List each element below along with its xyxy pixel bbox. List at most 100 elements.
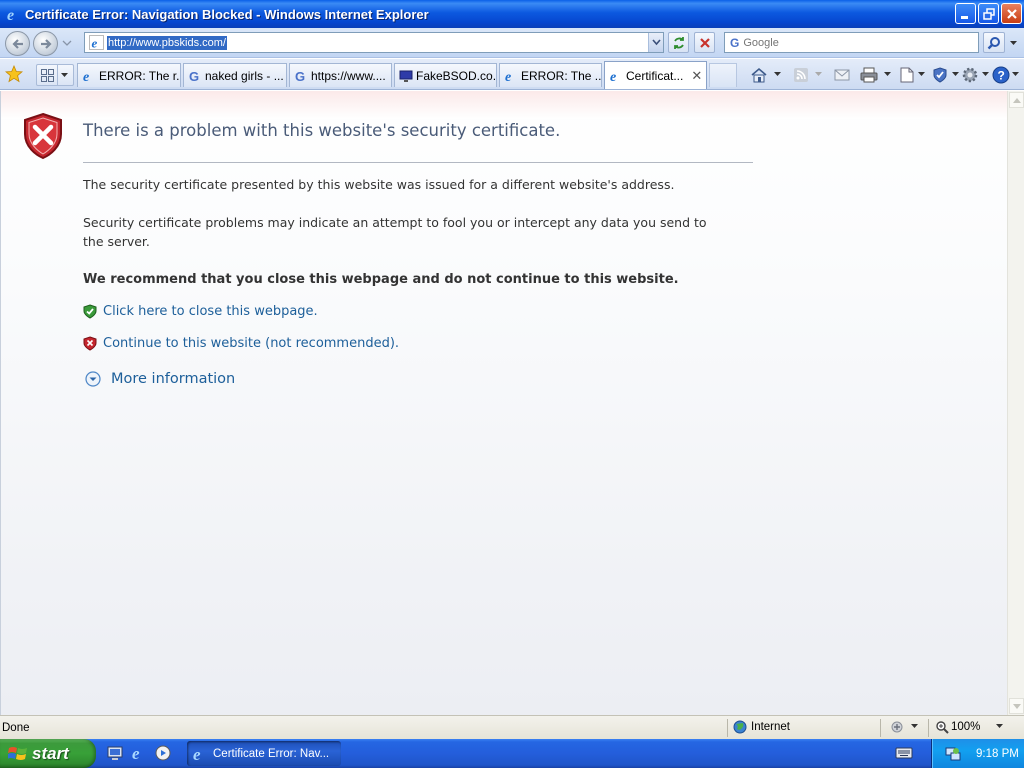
keyboard-icon[interactable] xyxy=(895,746,913,760)
taskbar-window-ie[interactable]: e Certificate Error: Nav... xyxy=(187,741,341,766)
divider xyxy=(880,719,881,737)
search-input[interactable] xyxy=(743,36,944,49)
close-webpage-action[interactable]: Click here to close this webpage. xyxy=(83,304,318,319)
start-button[interactable]: start xyxy=(0,739,96,768)
ie-icon: e xyxy=(193,746,201,762)
restore-icon xyxy=(982,7,995,20)
svg-text:e: e xyxy=(132,745,140,761)
more-information-toggle[interactable]: More information xyxy=(85,371,235,387)
tab-label: FakeBSOD.co... xyxy=(416,68,497,83)
svg-text:e: e xyxy=(7,7,14,22)
url-text[interactable]: http://www.pbskids.com/ xyxy=(107,35,227,50)
arrow-up-icon xyxy=(1012,97,1021,103)
refresh-icon xyxy=(673,36,684,49)
pop-up-blocker-status[interactable] xyxy=(890,720,921,734)
page-menu-button[interactable] xyxy=(900,65,928,85)
read-mail-button[interactable] xyxy=(834,65,850,85)
tools-menu-button[interactable] xyxy=(961,65,992,85)
chevron-down-icon[interactable] xyxy=(982,72,992,78)
safety-menu-button[interactable] xyxy=(932,65,962,85)
chevron-down-icon xyxy=(651,39,661,46)
tab-error-1[interactable]: e ERROR: The r... xyxy=(77,63,181,87)
ie-quicklaunch-button[interactable]: e xyxy=(130,744,148,762)
scroll-down-button[interactable] xyxy=(1009,698,1024,714)
home-button[interactable] xyxy=(750,65,784,85)
star-icon xyxy=(5,65,23,83)
svg-text:e: e xyxy=(83,70,89,83)
svg-text:G: G xyxy=(295,69,305,83)
desktop-icon xyxy=(107,746,123,760)
globe-icon xyxy=(733,720,747,734)
ie-icon: e xyxy=(7,7,14,22)
refresh-button[interactable] xyxy=(668,32,689,53)
title-bar[interactable]: e Certificate Error: Navigation Blocked … xyxy=(0,0,1024,28)
chevron-down-icon[interactable] xyxy=(996,724,1006,730)
search-field[interactable]: G xyxy=(724,32,979,53)
tab-label: ERROR: The r... xyxy=(99,68,181,83)
tab-list-dropdown[interactable] xyxy=(57,65,71,85)
svg-text:e: e xyxy=(610,70,616,83)
address-field[interactable]: e http://www.pbskids.com/ xyxy=(84,32,664,53)
clock[interactable]: 9:18 PM xyxy=(976,748,1019,760)
ie-page-icon: e xyxy=(89,35,104,50)
tab-error-2[interactable]: e ERROR: The ... xyxy=(499,63,602,87)
chevron-down-icon xyxy=(62,40,72,46)
favorites-center-button[interactable] xyxy=(4,64,24,84)
ie-icon: e xyxy=(609,69,623,83)
recent-pages-dropdown[interactable] xyxy=(62,36,74,50)
stop-icon xyxy=(699,37,710,48)
magnifier-icon xyxy=(987,36,1000,49)
stop-button[interactable] xyxy=(694,32,715,53)
more-information-link[interactable]: More information xyxy=(111,371,235,387)
continue-website-action[interactable]: Continue to this website (not recommende… xyxy=(83,336,399,351)
security-zone[interactable]: Internet xyxy=(733,720,790,734)
chevron-down-icon[interactable] xyxy=(815,72,825,78)
chevron-down-icon[interactable] xyxy=(918,72,928,78)
quick-tabs-icon xyxy=(40,68,54,82)
continue-website-link[interactable]: Continue to this website (not recommende… xyxy=(103,336,399,351)
page-content: There is a problem with this website's s… xyxy=(0,91,1007,715)
chevron-down-icon[interactable] xyxy=(1012,72,1022,78)
forward-button[interactable] xyxy=(33,31,58,56)
back-arrow-icon xyxy=(11,38,23,49)
vertical-scrollbar[interactable] xyxy=(1007,91,1024,715)
chevron-down-icon xyxy=(1009,40,1017,45)
blocker-icon xyxy=(891,721,903,733)
restore-button[interactable] xyxy=(978,3,999,24)
svg-text:e: e xyxy=(505,70,511,83)
chevron-down-icon[interactable] xyxy=(884,72,894,78)
back-button[interactable] xyxy=(5,31,30,56)
google-icon: G xyxy=(188,69,202,83)
minimize-button[interactable] xyxy=(955,3,976,24)
address-dropdown[interactable] xyxy=(648,33,663,52)
status-bar: Done Internet 100% xyxy=(0,715,1024,739)
network-icon[interactable] xyxy=(944,746,962,762)
close-tab-icon[interactable]: ✕ xyxy=(683,68,702,84)
scroll-up-button[interactable] xyxy=(1009,92,1024,108)
new-tab-button[interactable] xyxy=(709,63,737,87)
error-banner-gradient xyxy=(1,91,1007,119)
monitor-icon xyxy=(399,69,413,83)
show-desktop-button[interactable] xyxy=(106,744,124,762)
search-button[interactable] xyxy=(983,32,1005,53)
close-window-button[interactable] xyxy=(1001,3,1022,24)
zoom-control[interactable]: 100% xyxy=(935,720,1006,734)
chevron-down-icon xyxy=(61,72,68,77)
page-icon xyxy=(900,67,914,83)
tab-google-search[interactable]: G naked girls - ... xyxy=(183,63,287,87)
print-button[interactable] xyxy=(860,65,894,85)
search-options-dropdown[interactable] xyxy=(1007,36,1019,50)
zoom-level: 100% xyxy=(951,721,981,733)
close-webpage-link[interactable]: Click here to close this webpage. xyxy=(103,304,318,319)
zone-label: Internet xyxy=(751,721,790,733)
tab-https[interactable]: G https://www.... xyxy=(289,63,392,87)
feeds-button[interactable] xyxy=(793,65,825,85)
tab-certificate-active[interactable]: e Certificat... ✕ xyxy=(604,61,707,89)
chevron-down-icon[interactable] xyxy=(911,724,921,730)
quick-tabs-button[interactable] xyxy=(36,64,74,86)
media-player-button[interactable] xyxy=(154,744,172,762)
tab-fakebsod[interactable]: FakeBSOD.co... xyxy=(394,63,497,87)
help-button[interactable]: ? xyxy=(992,65,1022,85)
chevron-down-icon[interactable] xyxy=(774,72,784,78)
svg-text:?: ? xyxy=(998,69,1005,83)
